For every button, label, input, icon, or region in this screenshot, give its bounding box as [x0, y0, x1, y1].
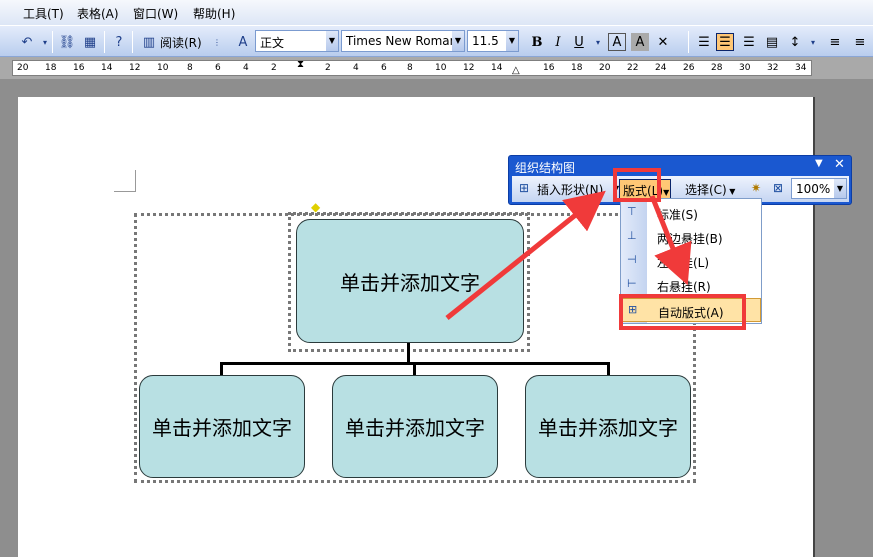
arrow-to-autolayout	[649, 195, 692, 286]
arrow-to-layout	[445, 190, 606, 320]
annotation-arrows	[445, 190, 692, 320]
